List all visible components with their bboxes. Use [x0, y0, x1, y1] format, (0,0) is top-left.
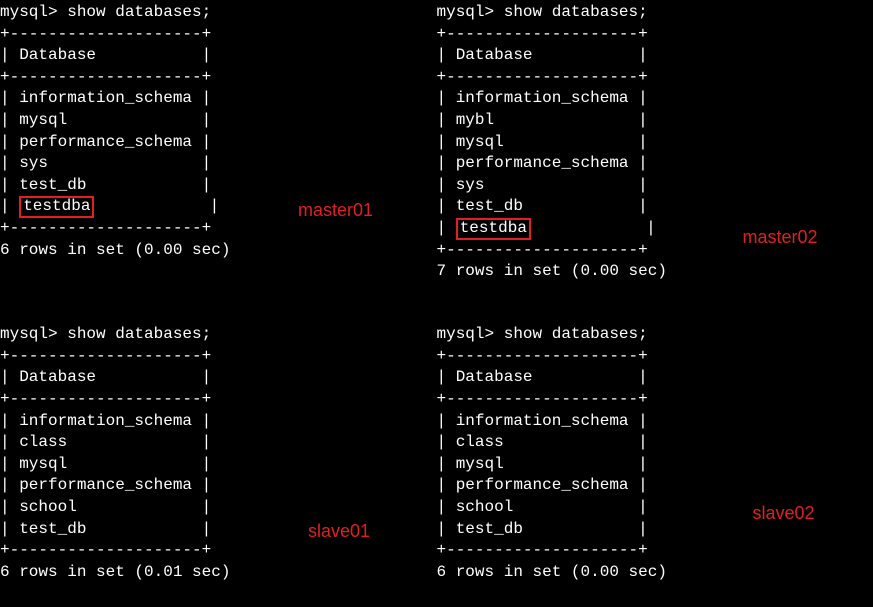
- table-row: | sys |: [0, 154, 211, 172]
- table-row: | sys |: [437, 176, 648, 194]
- border: +--------------------+: [437, 541, 648, 559]
- panel-label: master02: [743, 225, 818, 249]
- table-row: | performance_schema |: [437, 154, 648, 172]
- prompt-line: mysql> show databases;: [0, 3, 211, 21]
- terminal-grid: mysql> show databases; +----------------…: [0, 0, 873, 607]
- border: +--------------------+: [437, 68, 648, 86]
- panel-slave02: mysql> show databases; +----------------…: [437, 306, 873, 607]
- term-output: mysql> show databases; +----------------…: [0, 324, 437, 583]
- border: +--------------------+: [0, 68, 211, 86]
- table-row: | test_db |: [437, 520, 648, 538]
- table-row: | mysql |: [437, 455, 648, 473]
- table-row: | performance_schema |: [0, 476, 211, 494]
- border: +--------------------+: [437, 241, 648, 259]
- border: +--------------------+: [0, 347, 211, 365]
- table-row: | information_schema |: [437, 412, 648, 430]
- table-row: | mysql |: [0, 111, 211, 129]
- row-prefix: |: [0, 197, 19, 215]
- footer-line: 6 rows in set (0.00 sec): [437, 563, 667, 581]
- panel-master02: mysql> show databases; +----------------…: [437, 0, 873, 306]
- panel-slave01: mysql> show databases; +----------------…: [0, 306, 437, 607]
- table-row: | mybl |: [437, 111, 648, 129]
- prompt-line: mysql> show databases;: [437, 3, 648, 21]
- border: +--------------------+: [437, 347, 648, 365]
- table-row: | performance_schema |: [437, 476, 648, 494]
- panel-label: slave01: [308, 519, 370, 543]
- footer-line: 7 rows in set (0.00 sec): [437, 262, 667, 280]
- header-row: | Database |: [437, 46, 648, 64]
- table-row: | performance_schema |: [0, 133, 211, 151]
- footer-line: 6 rows in set (0.00 sec): [0, 241, 230, 259]
- table-row: | school |: [0, 498, 211, 516]
- table-row: | school |: [437, 498, 648, 516]
- table-row: | information_schema |: [0, 89, 211, 107]
- border: +--------------------+: [0, 390, 211, 408]
- panel-label: master01: [298, 198, 373, 222]
- table-row: | mysql |: [437, 133, 648, 151]
- table-row: | information_schema |: [437, 89, 648, 107]
- panel-master01: mysql> show databases; +----------------…: [0, 0, 437, 306]
- prompt-line: mysql> show databases;: [437, 325, 648, 343]
- table-row: | test_db |: [0, 176, 211, 194]
- header-row: | Database |: [437, 368, 648, 386]
- row-suffix: |: [531, 219, 656, 237]
- border: +--------------------+: [437, 390, 648, 408]
- highlighted-db: testdba: [19, 196, 94, 218]
- border: +--------------------+: [0, 25, 211, 43]
- footer-line: 6 rows in set (0.01 sec): [0, 563, 230, 581]
- table-row: | information_schema |: [0, 412, 211, 430]
- border: +--------------------+: [0, 219, 211, 237]
- term-output: mysql> show databases; +----------------…: [437, 324, 873, 583]
- table-row: | test_db |: [0, 520, 211, 538]
- highlighted-db: testdba: [456, 218, 531, 240]
- panel-label: slave02: [753, 501, 815, 525]
- header-row: | Database |: [0, 46, 211, 64]
- table-row: | class |: [0, 433, 211, 451]
- row-prefix: |: [437, 219, 456, 237]
- table-row: | test_db |: [437, 197, 648, 215]
- table-row: | mysql |: [0, 455, 211, 473]
- border: +--------------------+: [437, 25, 648, 43]
- border: +--------------------+: [0, 541, 211, 559]
- row-suffix: |: [94, 197, 219, 215]
- header-row: | Database |: [0, 368, 211, 386]
- table-row: | class |: [437, 433, 648, 451]
- prompt-line: mysql> show databases;: [0, 325, 211, 343]
